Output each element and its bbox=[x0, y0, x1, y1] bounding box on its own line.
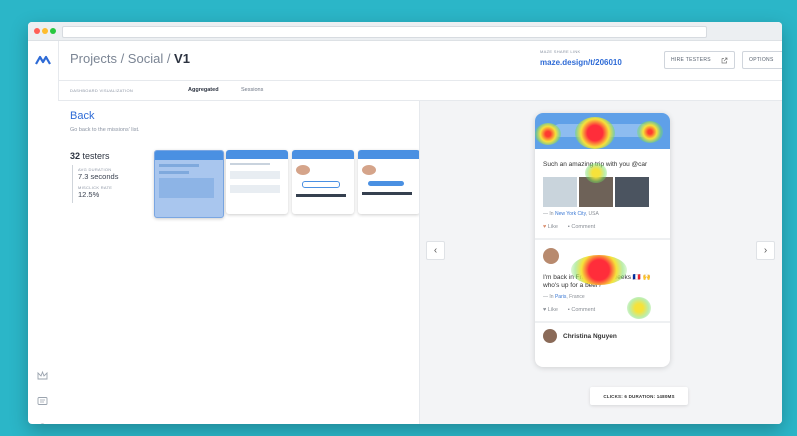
post-1-location: — In New York City, USA bbox=[543, 211, 662, 217]
minimize-window-icon[interactable] bbox=[42, 28, 48, 34]
message-icon[interactable] bbox=[36, 395, 49, 408]
screen-thumbnail-2[interactable] bbox=[226, 150, 288, 214]
breadcrumb: Projects / Social / V1 bbox=[70, 51, 190, 66]
heatmap-hotspot bbox=[627, 297, 651, 319]
back-link[interactable]: Back bbox=[70, 110, 94, 122]
hire-testers-button[interactable]: HIRE TESTERS bbox=[664, 51, 735, 69]
heatmap-hotspot bbox=[585, 163, 607, 183]
thumbnail-avatar bbox=[296, 165, 310, 175]
like-action[interactable]: ♥ Like bbox=[543, 307, 558, 313]
testers-label: testers bbox=[82, 151, 110, 161]
thumbnail-strip bbox=[362, 192, 412, 195]
close-window-icon[interactable] bbox=[34, 28, 40, 34]
thumbnail-image bbox=[159, 178, 214, 198]
mission-panel: Back Go back to the missions' list. 32 t… bbox=[58, 101, 420, 424]
photo-plane bbox=[543, 177, 577, 207]
post-1-photos bbox=[543, 177, 662, 207]
hire-testers-label: HIRE TESTERS bbox=[671, 57, 711, 63]
sub-navigation: DASHBOARD VISUALIZATION Aggregated Sessi… bbox=[58, 80, 782, 101]
post-3-name[interactable]: Christina Nguyen bbox=[563, 333, 617, 340]
location-link[interactable]: New York City bbox=[555, 211, 586, 217]
crown-icon[interactable] bbox=[36, 369, 49, 382]
options-button[interactable]: OPTIONS bbox=[742, 51, 782, 69]
heatmap-hotspot bbox=[637, 121, 663, 143]
browser-window: Projects / Social / V1 MAZE SHARE LINK m… bbox=[28, 22, 782, 424]
thumbnail-header bbox=[226, 150, 288, 159]
maximize-window-icon[interactable] bbox=[50, 28, 56, 34]
location-prefix: — In bbox=[543, 294, 555, 300]
comment-icon: ▪ bbox=[567, 224, 570, 230]
address-bar[interactable] bbox=[62, 26, 707, 38]
thumbnail-button bbox=[368, 181, 404, 186]
testers-count: 32 testers bbox=[70, 151, 110, 161]
like-label: Like bbox=[547, 224, 558, 230]
heart-icon: ♥ bbox=[543, 224, 547, 230]
heatmap-hotspot bbox=[575, 117, 615, 149]
back-subtitle: Go back to the missions' list. bbox=[70, 127, 140, 133]
dashboard-visualization-label: DASHBOARD VISUALIZATION bbox=[70, 88, 134, 93]
thumbnail-button bbox=[302, 181, 340, 188]
heatmap-panel: ‹ › Such an amazing trip with you @car —… bbox=[419, 101, 782, 424]
tab-aggregated[interactable]: Aggregated bbox=[188, 87, 219, 93]
location-suffix: , France bbox=[566, 294, 585, 300]
thumbnail-header bbox=[292, 150, 354, 159]
post-3: Christina Nguyen bbox=[535, 323, 670, 349]
thumbnail-strip bbox=[296, 194, 346, 197]
thumbnail-line bbox=[159, 164, 199, 167]
tab-sessions[interactable]: Sessions bbox=[241, 87, 263, 93]
thumbnail-line bbox=[159, 171, 189, 174]
heart-icon: ♥ bbox=[543, 307, 547, 313]
thumbnail-header bbox=[155, 151, 223, 160]
post-3-avatar bbox=[543, 329, 557, 343]
stats-block: AVG DURATION 7.3 seconds MISCLICK RATE 1… bbox=[72, 165, 118, 203]
screen-thumbnail-4[interactable] bbox=[358, 150, 420, 214]
post-1-actions: ♥ Like ▪ Comment bbox=[543, 224, 662, 230]
thumbnail-line bbox=[230, 163, 270, 165]
comment-icon: ▪ bbox=[567, 307, 570, 313]
title-bar bbox=[28, 22, 782, 41]
post-1: Such an amazing trip with you @car — In … bbox=[535, 149, 670, 230]
comment-action[interactable]: ▪ Comment bbox=[568, 224, 595, 230]
comment-label: Comment bbox=[571, 307, 596, 313]
clicks-duration-summary: CLICKS: 6 DURATION: 1480MS bbox=[590, 387, 688, 405]
misclick-rate-value: 12.5% bbox=[78, 190, 100, 199]
photo-city bbox=[615, 177, 649, 207]
top-bar: Projects / Social / V1 MAZE SHARE LINK m… bbox=[58, 41, 782, 81]
avg-duration-value: 7.3 seconds bbox=[78, 172, 119, 181]
maze-logo-icon[interactable] bbox=[35, 55, 51, 65]
settings-gear-icon[interactable] bbox=[36, 421, 49, 424]
thumbnail-header bbox=[358, 150, 420, 159]
external-link-icon bbox=[721, 57, 728, 63]
phone-preview: Such an amazing trip with you @car — In … bbox=[535, 113, 670, 367]
options-label: OPTIONS bbox=[749, 57, 774, 63]
share-link-label: MAZE SHARE LINK bbox=[540, 49, 581, 54]
comment-action[interactable]: ▪ Comment bbox=[568, 307, 595, 313]
thumbnail-row bbox=[230, 171, 280, 179]
breadcrumb-path[interactable]: Projects / Social / bbox=[70, 51, 174, 66]
like-action[interactable]: ♥ Like bbox=[543, 224, 558, 230]
thumbnail-avatar bbox=[362, 165, 376, 175]
screen-thumbnail-3[interactable] bbox=[292, 150, 354, 214]
like-label: Like bbox=[547, 307, 558, 313]
heatmap-hotspot bbox=[571, 255, 627, 285]
post-2-avatar bbox=[543, 248, 559, 264]
breadcrumb-current: V1 bbox=[174, 51, 190, 66]
share-link-value[interactable]: maze.design/t/206010 bbox=[540, 58, 622, 67]
testers-number: 32 bbox=[70, 151, 81, 161]
sidebar bbox=[28, 41, 59, 424]
comment-label: Comment bbox=[571, 224, 596, 230]
screen-thumbnail-1[interactable] bbox=[154, 150, 224, 218]
location-link[interactable]: Paris bbox=[555, 294, 566, 300]
location-prefix: — In bbox=[543, 211, 555, 217]
previous-screen-button[interactable]: ‹ bbox=[426, 241, 445, 260]
heatmap-hotspot bbox=[535, 123, 561, 145]
location-suffix: , USA bbox=[585, 211, 599, 217]
thumbnail-row bbox=[230, 185, 280, 193]
next-screen-button[interactable]: › bbox=[756, 241, 775, 260]
